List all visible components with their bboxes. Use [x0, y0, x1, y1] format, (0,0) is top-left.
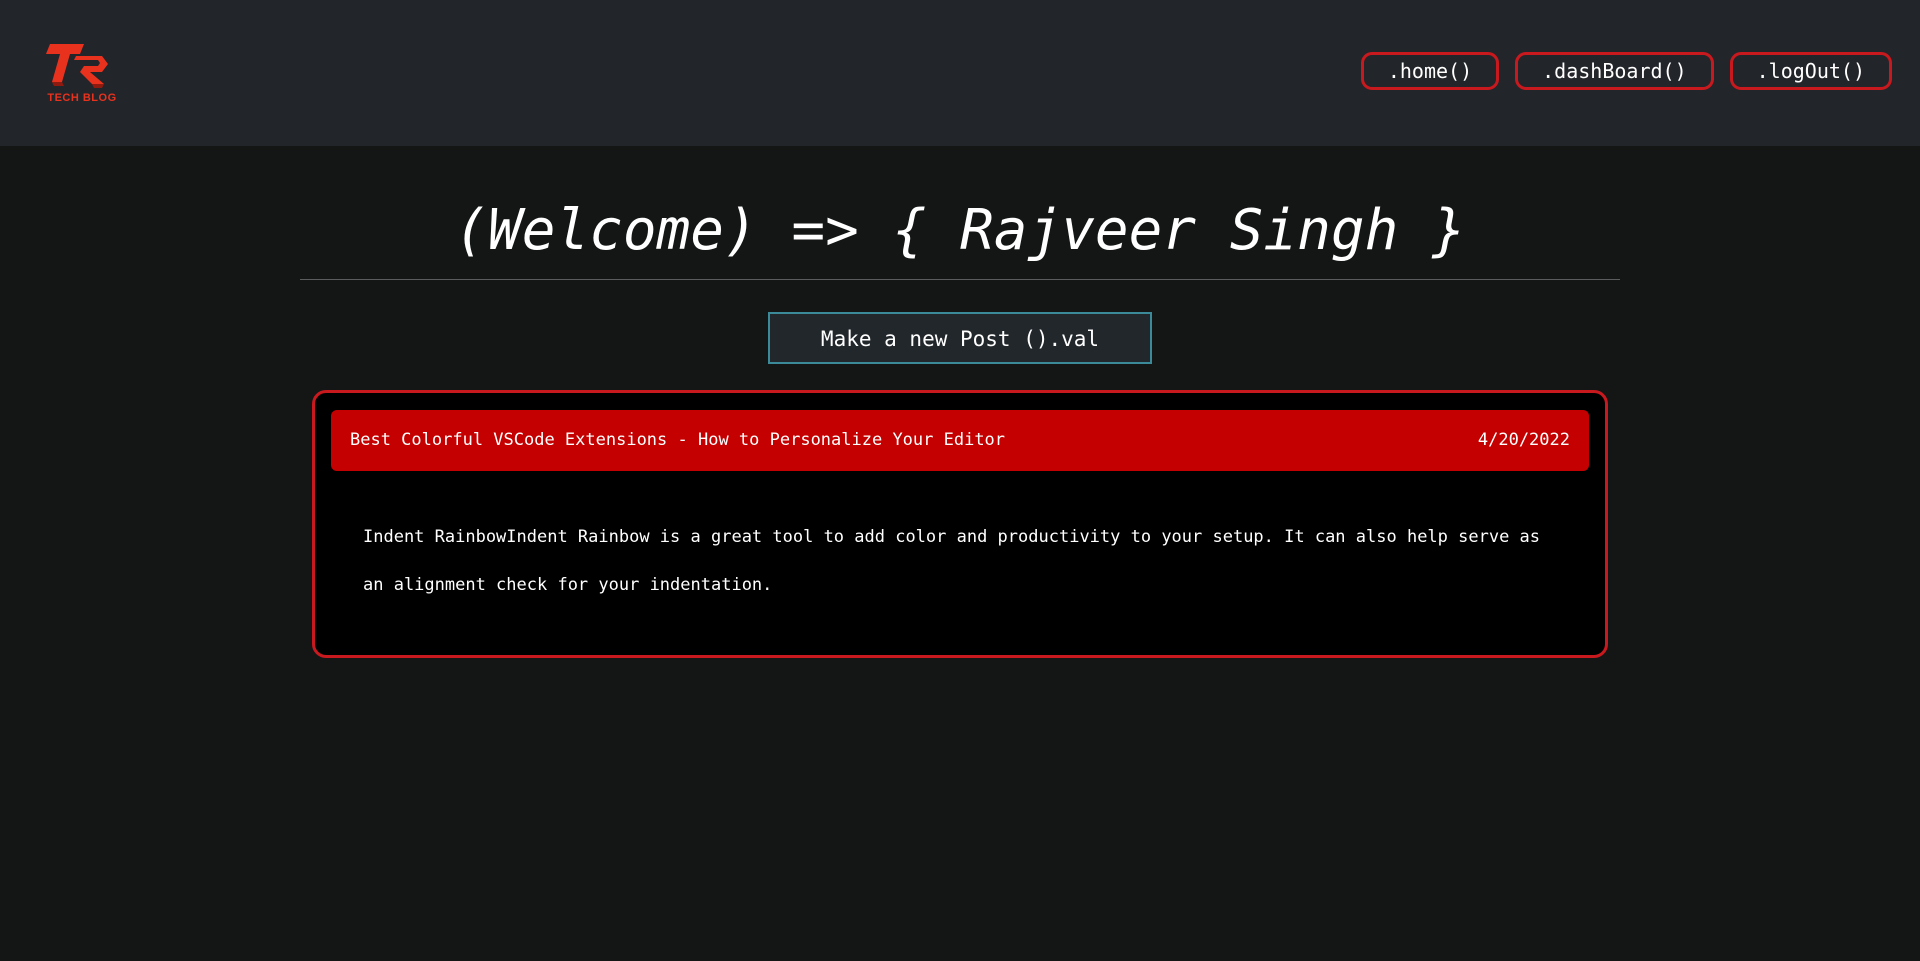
- logo-mark-icon: [46, 44, 108, 88]
- divider: [300, 279, 1620, 280]
- logout-button[interactable]: .logOut(): [1729, 52, 1892, 90]
- tech-blog-logo[interactable]: TECH BLOG: [42, 42, 122, 108]
- welcome-heading: (Welcome) => { Rajveer Singh }: [454, 198, 1466, 263]
- post-title[interactable]: Best Colorful VSCode Extensions - How to…: [350, 410, 1005, 471]
- new-post-button[interactable]: Make a new Post ().val: [768, 312, 1152, 364]
- logo-text: TECH BLOG: [47, 92, 117, 104]
- post-date: 4/20/2022: [1477, 430, 1570, 450]
- site-header: TECH BLOG .home() .dashBoard() .logOut(): [0, 0, 1920, 146]
- home-button[interactable]: .home(): [1360, 52, 1500, 90]
- post-body: Indent RainbowIndent Rainbow is a great …: [363, 527, 1541, 595]
- post-card: Best Colorful VSCode Extensions - How to…: [312, 390, 1608, 658]
- dashboard-button[interactable]: .dashBoard(): [1515, 52, 1714, 90]
- post-header[interactable]: Best Colorful VSCode Extensions - How to…: [331, 410, 1589, 471]
- top-nav: .home() .dashBoard() .logOut(): [1360, 52, 1892, 90]
